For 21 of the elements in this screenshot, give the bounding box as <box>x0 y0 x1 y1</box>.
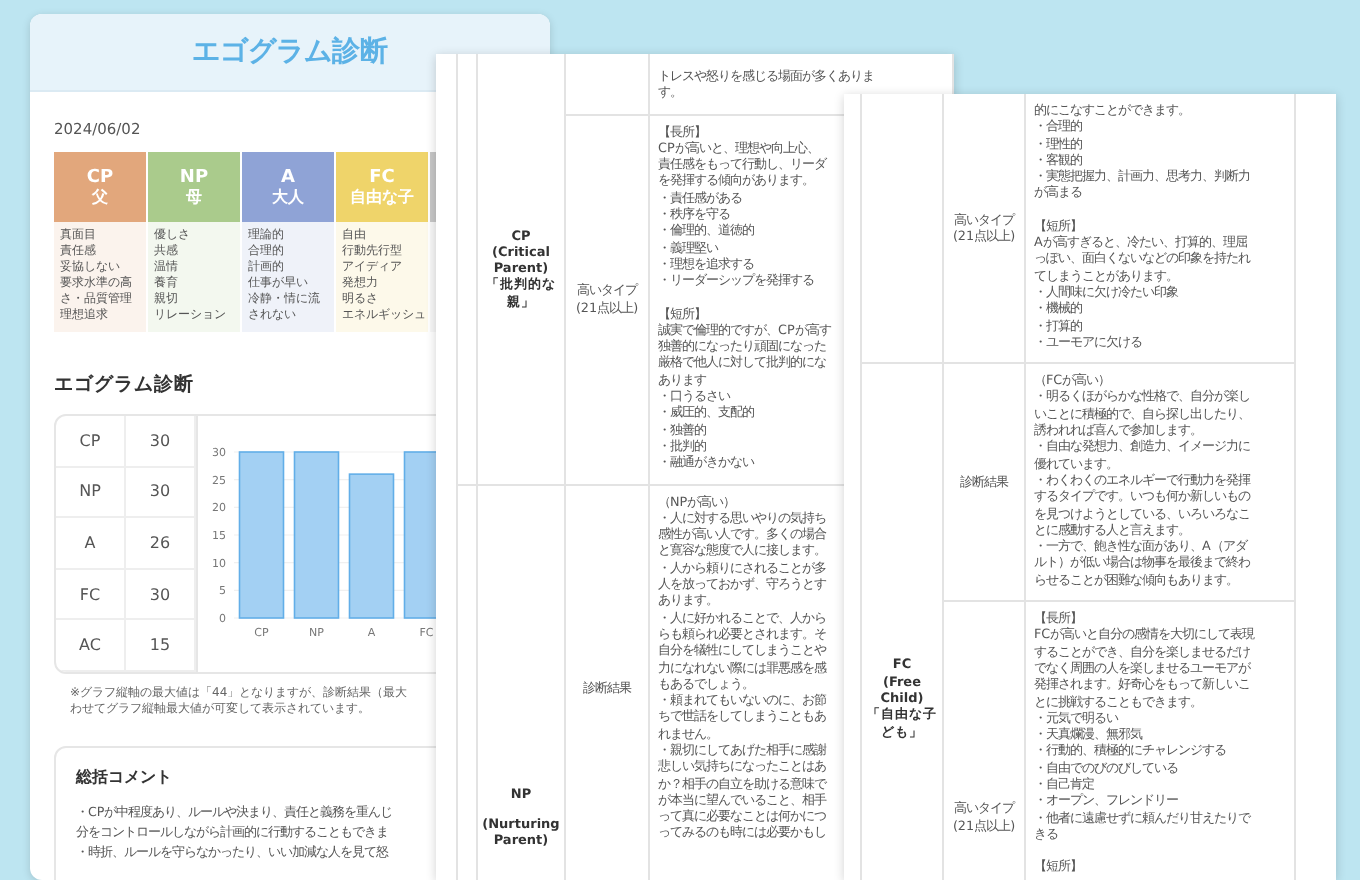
type-role: 大人 <box>272 187 304 207</box>
table-cell: 30 <box>126 569 196 621</box>
type-code: CP <box>86 167 114 187</box>
section-title: エゴグラム診断 <box>54 372 196 398</box>
type-role: 父 <box>92 187 108 207</box>
type-role: 自由な子 <box>350 187 414 207</box>
table-cell: 26 <box>126 518 196 570</box>
table-cell: 15 <box>126 620 196 672</box>
type-code: FC <box>369 167 395 187</box>
table-cell: 30 <box>126 467 196 519</box>
table-cell: 30 <box>126 416 196 468</box>
table-cell: CP <box>56 416 126 468</box>
table-cell: NP <box>56 467 126 519</box>
page-title: エゴグラム診断 <box>192 34 388 70</box>
type-role: 母 <box>186 187 202 207</box>
table-cell: AC <box>56 620 126 672</box>
comment-title: 総括コメント <box>76 766 174 788</box>
table-cell: FC <box>56 569 126 621</box>
type-code: NP <box>179 167 209 187</box>
type-code: A <box>281 167 295 187</box>
table-cell: A <box>56 518 126 570</box>
